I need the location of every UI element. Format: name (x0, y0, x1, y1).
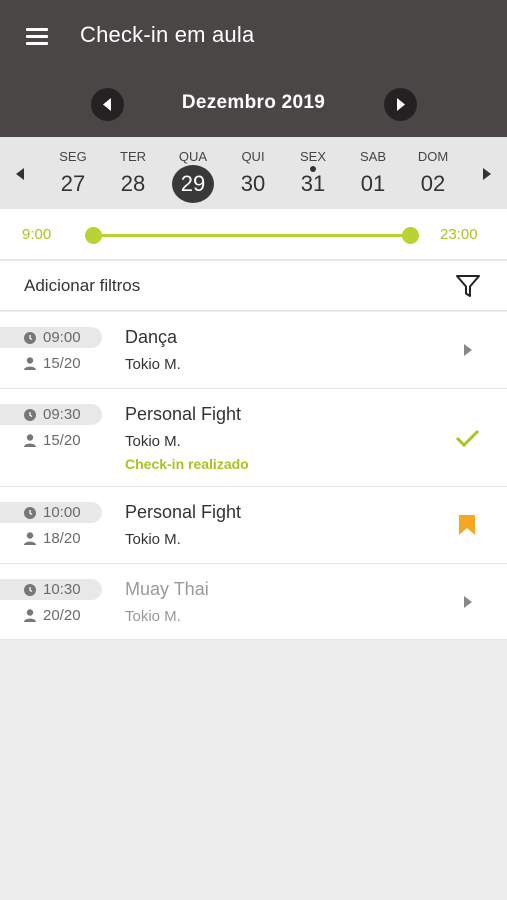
time-range-track[interactable] (93, 234, 411, 237)
class-instructor: Tokio M. (125, 433, 181, 450)
app-header: Check-in em aula Dezembro 2019 (0, 0, 507, 137)
checkmark-icon (455, 429, 480, 447)
class-capacity-value: 18/20 (43, 530, 81, 547)
class-time-pill: 10:30 (0, 579, 102, 600)
day-item[interactable]: TER 28 (103, 137, 163, 209)
add-filters-label: Adicionar filtros (24, 276, 141, 295)
day-number: 31 (300, 171, 326, 196)
class-time-pill: 10:00 (0, 502, 102, 523)
chevron-right-icon[interactable] (463, 596, 472, 608)
day-item[interactable]: SEX 31 (283, 137, 343, 209)
day-name: QUA (178, 149, 208, 164)
class-capacity-value: 15/20 (43, 432, 81, 449)
time-end-label: 23:00 (440, 226, 478, 243)
class-instructor: Tokio M. (125, 356, 181, 373)
month-navigator: Dezembro 2019 (0, 88, 507, 122)
month-label: Dezembro 2019 (181, 92, 326, 113)
person-icon (24, 609, 36, 622)
class-name: Personal Fight (125, 404, 242, 424)
day-selector: SEG 27 TER 28 QUA 29 QUI 30 SEX 31 SAB 0… (0, 137, 507, 209)
clock-icon (24, 332, 36, 344)
day-name: SEG (59, 149, 87, 164)
class-time-pill: 09:00 (0, 327, 102, 348)
class-list-item[interactable]: 10:00 18/20 Personal Fight Tokio M. (0, 487, 507, 564)
class-time: 10:00 (43, 504, 81, 521)
clock-icon (24, 507, 36, 519)
day-number: 29 (172, 165, 214, 203)
class-list-item[interactable]: 10:30 20/20 Muay Thai Tokio M. (0, 564, 507, 640)
class-time: 09:00 (43, 329, 81, 346)
filter-icon[interactable] (455, 273, 481, 299)
previous-week-arrow-icon[interactable] (16, 167, 25, 185)
checkin-status: Check-in realizado (125, 456, 249, 472)
empty-area (0, 640, 507, 900)
page-title: Check-in em aula (80, 22, 255, 47)
bookmark-icon[interactable] (459, 515, 475, 535)
class-list-item[interactable]: 09:30 15/20 Personal Fight Tokio M. Chec… (0, 389, 507, 487)
caret-right-icon (397, 98, 405, 111)
next-month-button[interactable] (384, 88, 417, 121)
class-name: Muay Thai (125, 579, 209, 599)
time-end-handle[interactable] (402, 227, 419, 244)
day-name: DOM (417, 149, 449, 164)
day-item[interactable]: SEG 27 (43, 137, 103, 209)
day-name: TER (120, 149, 146, 164)
day-name: QUI (241, 149, 265, 164)
menu-icon[interactable] (26, 28, 54, 48)
person-icon (24, 434, 36, 447)
class-time-pill: 09:30 (0, 404, 102, 425)
day-item[interactable]: QUI 30 (223, 137, 283, 209)
day-number: 01 (360, 171, 386, 196)
day-item[interactable]: SAB 01 (343, 137, 403, 209)
day-name: SAB (359, 149, 386, 164)
person-icon (24, 357, 36, 370)
class-name: Personal Fight (125, 502, 242, 522)
day-item[interactable]: DOM 02 (403, 137, 463, 209)
add-filters-button[interactable]: Adicionar filtros (0, 261, 507, 311)
class-time: 09:30 (43, 406, 81, 423)
class-instructor: Tokio M. (125, 531, 181, 548)
day-number: 30 (240, 171, 266, 196)
class-instructor: Tokio M. (125, 608, 181, 625)
time-start-label: 9:00 (22, 226, 52, 243)
day-item-selected[interactable]: QUA 29 (163, 137, 223, 209)
time-range-filter: 9:00 23:00 (0, 209, 507, 260)
day-number: 28 (120, 171, 146, 196)
class-capacity-value: 20/20 (43, 607, 81, 624)
time-start-handle[interactable] (85, 227, 102, 244)
class-list-item[interactable]: 09:00 15/20 Dança Tokio M. (0, 312, 507, 389)
chevron-right-icon[interactable] (463, 344, 472, 356)
class-capacity-value: 15/20 (43, 355, 81, 372)
day-name: SEX (299, 149, 326, 164)
clock-icon (24, 584, 36, 596)
clock-icon (24, 409, 36, 421)
class-time: 10:30 (43, 581, 81, 598)
day-number: 02 (420, 171, 446, 196)
day-number: 27 (60, 171, 86, 196)
next-week-arrow-icon[interactable] (482, 167, 491, 185)
person-icon (24, 532, 36, 545)
class-name: Dança (125, 327, 178, 347)
